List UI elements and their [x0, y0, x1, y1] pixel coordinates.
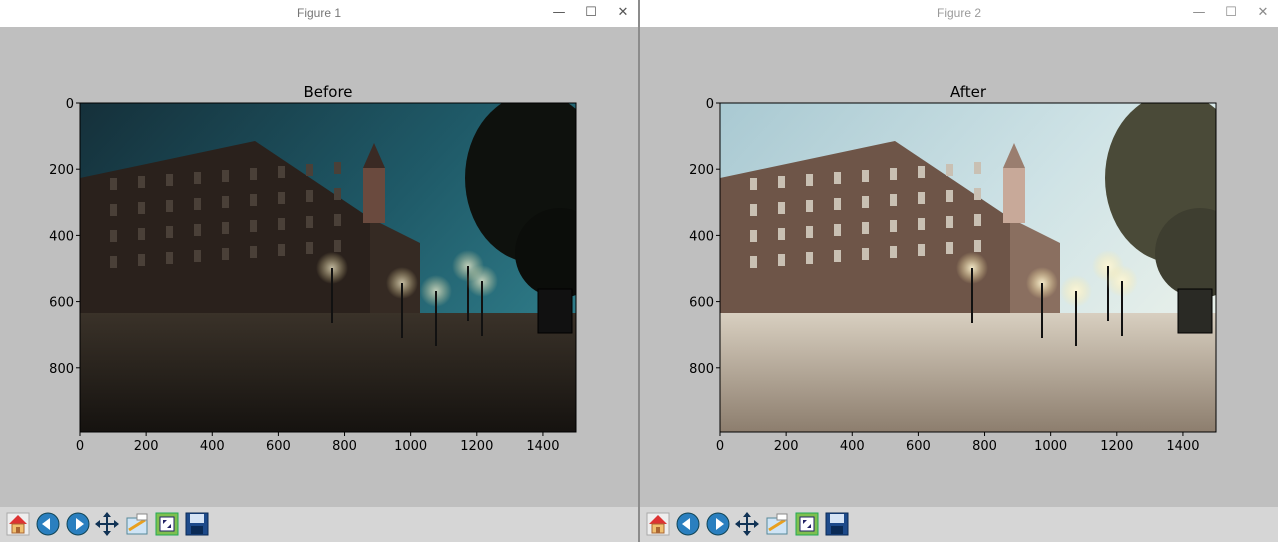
x-tick-label: 1200	[1100, 439, 1133, 454]
title-bar[interactable]: Figure 1 — ☐ ✕	[0, 0, 638, 27]
figure-canvas[interactable]: After 0 200 400 600 800 1000 1200 1400 0 200 400 600…	[640, 27, 1278, 507]
notice-board	[537, 288, 573, 334]
x-tick-label: 800	[332, 439, 357, 454]
x-tick-label: 1400	[526, 439, 559, 454]
save-button[interactable]	[183, 510, 211, 538]
pan-icon	[95, 512, 119, 536]
save-button[interactable]	[823, 510, 851, 538]
x-tick-label: 0	[76, 439, 84, 454]
home-icon	[6, 512, 30, 536]
figure-1-window: Figure 1 — ☐ ✕ Before 0 200 400 600 800 1000 12…	[0, 0, 638, 542]
zoom-button[interactable]	[153, 510, 181, 538]
home-button[interactable]	[644, 510, 672, 538]
plot-title: Before	[303, 83, 352, 101]
x-tick-label: 400	[840, 439, 865, 454]
configure-subplots-icon	[126, 513, 148, 535]
window-title: Figure 2	[936, 6, 982, 20]
plot-title: After	[950, 83, 987, 101]
back-button[interactable]	[674, 510, 702, 538]
y-tick-label: 200	[689, 163, 714, 178]
configure-subplots-button[interactable]	[123, 510, 151, 538]
x-tick-label: 1000	[394, 439, 427, 454]
save-icon	[825, 512, 849, 536]
x-tick-label: 800	[972, 439, 997, 454]
pan-icon	[735, 512, 759, 536]
pan-button[interactable]	[93, 510, 121, 538]
x-tick-label: 1000	[1034, 439, 1067, 454]
minimize-icon[interactable]: —	[548, 3, 570, 23]
y-tick-label: 600	[49, 296, 74, 311]
x-tick-label: 1400	[1166, 439, 1199, 454]
close-icon[interactable]: ✕	[612, 3, 634, 23]
zoom-button[interactable]	[793, 510, 821, 538]
plot-svg: Before 0 200 400 600 800 1000 1200 1400 0 200 400 60…	[49, 83, 577, 454]
x-tick-label: 200	[774, 439, 799, 454]
minimize-icon[interactable]: —	[1188, 3, 1210, 23]
y-tick-label: 0	[66, 97, 74, 112]
x-tick-label: 200	[134, 439, 159, 454]
forward-icon	[706, 512, 730, 536]
photo-image	[80, 103, 576, 432]
y-tick-label: 400	[49, 229, 74, 244]
back-button[interactable]	[34, 510, 62, 538]
x-tick-label: 0	[716, 439, 724, 454]
photo-image	[720, 103, 1216, 432]
navigation-toolbar	[0, 507, 638, 542]
window-title: Figure 1	[296, 6, 342, 20]
forward-button[interactable]	[64, 510, 92, 538]
plot-svg: After 0 200 400 600 800 1000 1200 1400 0 200 400 600…	[689, 83, 1217, 454]
figure-2-window: Figure 2 — ☐ ✕ After 0 200 400 600 800 1000 120…	[640, 0, 1278, 542]
title-bar[interactable]: Figure 2 — ☐ ✕	[640, 0, 1278, 27]
x-tick-label: 400	[200, 439, 225, 454]
notice-board	[1177, 288, 1213, 334]
street	[720, 313, 1216, 432]
configure-subplots-icon	[766, 513, 788, 535]
navigation-toolbar	[640, 507, 1278, 542]
x-tick-label: 1200	[460, 439, 493, 454]
y-tick-label: 400	[689, 229, 714, 244]
zoom-icon	[795, 512, 819, 536]
clock-tower	[1003, 168, 1025, 223]
clock-tower	[363, 168, 385, 223]
close-icon[interactable]: ✕	[1252, 3, 1274, 23]
y-tick-label: 800	[689, 362, 714, 377]
maximize-icon[interactable]: ☐	[1220, 3, 1242, 23]
maximize-icon[interactable]: ☐	[580, 3, 602, 23]
x-tick-label: 600	[906, 439, 931, 454]
x-tick-label: 600	[266, 439, 291, 454]
figure-canvas[interactable]: Before 0 200 400 600 800 1000 1200 1400 0 200 400 60…	[0, 27, 638, 507]
home-icon	[646, 512, 670, 536]
street	[80, 313, 576, 432]
forward-button[interactable]	[704, 510, 732, 538]
y-tick-label: 200	[49, 163, 74, 178]
back-icon	[676, 512, 700, 536]
save-icon	[185, 512, 209, 536]
forward-icon	[66, 512, 90, 536]
y-tick-label: 0	[706, 97, 714, 112]
y-tick-label: 800	[49, 362, 74, 377]
configure-subplots-button[interactable]	[763, 510, 791, 538]
back-icon	[36, 512, 60, 536]
pan-button[interactable]	[733, 510, 761, 538]
zoom-icon	[155, 512, 179, 536]
y-tick-label: 600	[689, 296, 714, 311]
home-button[interactable]	[4, 510, 32, 538]
